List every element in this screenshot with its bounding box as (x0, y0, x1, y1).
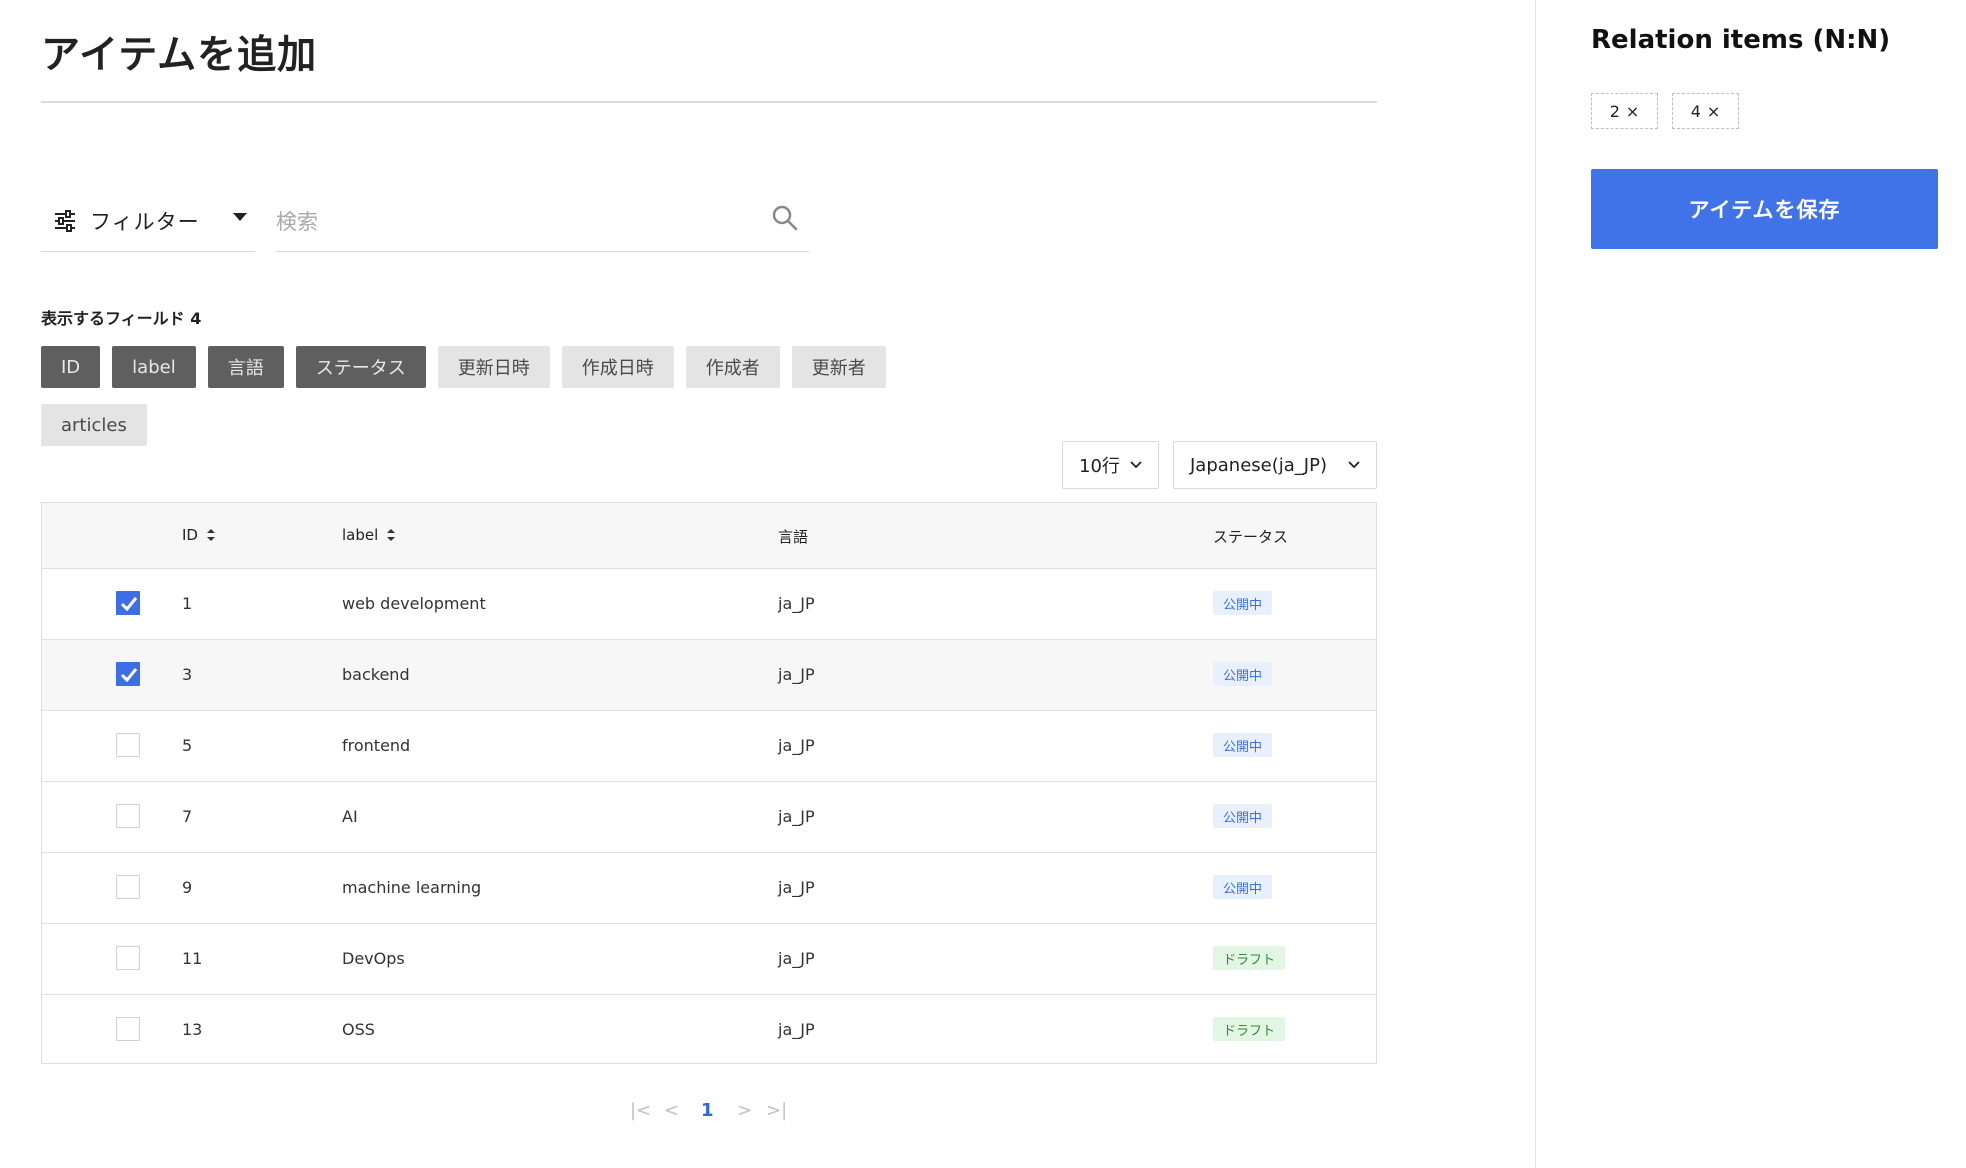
column-header-language: 言語 (778, 528, 809, 546)
cell-label: machine learning (342, 878, 482, 897)
cell-label: frontend (342, 736, 411, 755)
cell-language: ja_JP (778, 736, 815, 755)
table-row[interactable]: 11 DevOps ja_JP ドラフト (42, 924, 1376, 995)
status-badge: ドラフト (1213, 946, 1286, 970)
table-header: ID label 言語 ステータス (42, 503, 1376, 569)
first-page-icon[interactable]: |< (630, 1100, 651, 1121)
checkmark-icon (120, 597, 138, 612)
cell-language: ja_JP (778, 1020, 815, 1039)
column-header-label-text: label (342, 526, 379, 544)
caret-down-icon (233, 213, 247, 221)
cell-id: 11 (182, 949, 203, 968)
cell-language: ja_JP (778, 594, 815, 613)
table-row[interactable]: 5 frontend ja_JP 公開中 (42, 711, 1376, 782)
cell-id: 5 (182, 736, 193, 755)
relation-title: Relation items (N:N) (1591, 25, 1891, 55)
table-row[interactable]: 3 backend ja_JP 公開中 (42, 640, 1376, 711)
cell-label: DevOps (342, 949, 405, 968)
main-panel: アイテムを追加 フィルター 表示するフィールド 4 ID label 言語 ステ… (0, 0, 1536, 1168)
filter-dropdown[interactable]: フィルター (41, 190, 255, 252)
chevron-down-icon (1130, 461, 1142, 469)
field-chip-row: ID label 言語 ステータス 更新日時 作成日時 作成者 更新者 (41, 346, 886, 388)
selected-item-tag[interactable]: 2 × (1591, 93, 1658, 129)
table-row[interactable]: 1 web development ja_JP 公開中 (42, 569, 1376, 640)
status-badge: ドラフト (1213, 1017, 1286, 1041)
status-badge: 公開中 (1213, 875, 1273, 899)
field-chip-status[interactable]: ステータス (295, 346, 426, 388)
language-value: Japanese(ja_JP) (1190, 454, 1327, 476)
prev-page-icon[interactable]: < (664, 1100, 679, 1121)
field-chip-author[interactable]: 作成者 (685, 346, 780, 388)
filter-sliders-icon (55, 209, 75, 232)
selected-item-id: 4 (1690, 101, 1701, 121)
save-items-button[interactable]: アイテムを保存 (1591, 169, 1938, 249)
cell-language: ja_JP (778, 878, 815, 897)
field-chip-row: articles (41, 404, 147, 446)
sort-icon (387, 529, 396, 541)
filter-label: フィルター (90, 209, 200, 234)
cell-id: 7 (182, 807, 193, 826)
close-icon[interactable]: × (1626, 102, 1639, 121)
row-checkbox[interactable] (116, 875, 140, 899)
table-row[interactable]: 9 machine learning ja_JP 公開中 (42, 853, 1376, 924)
page-number-current[interactable]: 1 (701, 1100, 714, 1121)
relation-panel: Relation items (N:N) 2 × 4 × アイテムを保存 (1537, 0, 1966, 1168)
selected-item-tag[interactable]: 4 × (1672, 93, 1739, 129)
field-chip-created-at[interactable]: 作成日時 (561, 346, 674, 388)
cell-label: OSS (342, 1020, 375, 1039)
row-checkbox[interactable] (116, 946, 140, 970)
field-chip-updater[interactable]: 更新者 (791, 346, 886, 388)
status-badge: 公開中 (1213, 591, 1273, 615)
search-icon[interactable] (771, 204, 799, 232)
search-input[interactable] (276, 202, 756, 242)
cell-id: 9 (182, 878, 193, 897)
field-chip-updated-at[interactable]: 更新日時 (437, 346, 550, 388)
status-badge: 公開中 (1213, 733, 1273, 757)
rows-per-page-value: 10行 (1079, 456, 1120, 477)
selected-item-id: 2 (1609, 101, 1620, 121)
cell-language: ja_JP (778, 949, 815, 968)
row-checkbox[interactable] (116, 1017, 140, 1041)
close-icon[interactable]: × (1707, 102, 1720, 121)
cell-label: backend (342, 665, 410, 684)
field-chip-label[interactable]: label (112, 346, 196, 388)
row-checkbox[interactable] (116, 591, 140, 615)
cell-language: ja_JP (778, 807, 815, 826)
last-page-icon[interactable]: >| (766, 1100, 787, 1121)
field-chip-id[interactable]: ID (41, 346, 101, 388)
chevron-down-icon (1348, 461, 1360, 469)
search-box (276, 190, 809, 252)
sort-icon (206, 529, 215, 541)
cell-language: ja_JP (778, 665, 815, 684)
table-row[interactable]: 7 AI ja_JP 公開中 (42, 782, 1376, 853)
cell-label: AI (342, 807, 358, 826)
cell-label: web development (342, 594, 486, 613)
column-header-id[interactable]: ID (182, 526, 216, 544)
visible-fields-label: 表示するフィールド 4 (41, 309, 202, 328)
status-badge: 公開中 (1213, 662, 1273, 686)
table-row[interactable]: 13 OSS ja_JP ドラフト (42, 995, 1376, 1066)
status-badge: 公開中 (1213, 804, 1273, 828)
cell-id: 1 (182, 594, 193, 613)
column-header-label[interactable]: label (342, 526, 396, 544)
cell-id: 3 (182, 665, 193, 684)
row-checkbox[interactable] (116, 733, 140, 757)
cell-id: 13 (182, 1020, 203, 1039)
title-divider (41, 101, 1377, 103)
row-checkbox[interactable] (116, 804, 140, 828)
field-chip-language[interactable]: 言語 (207, 346, 284, 388)
rows-per-page-select[interactable]: 10行 (1062, 441, 1159, 489)
row-checkbox[interactable] (116, 662, 140, 686)
checkmark-icon (120, 668, 138, 683)
column-header-id-label: ID (182, 526, 198, 544)
column-header-status: ステータス (1213, 528, 1289, 546)
next-page-icon[interactable]: > (737, 1100, 752, 1121)
field-chip-articles[interactable]: articles (41, 404, 147, 446)
language-select[interactable]: Japanese(ja_JP) (1173, 441, 1377, 489)
page-title: アイテムを追加 (41, 33, 318, 78)
items-table: ID label 言語 ステータス 1 web development ja_JP 公… (41, 502, 1377, 1064)
